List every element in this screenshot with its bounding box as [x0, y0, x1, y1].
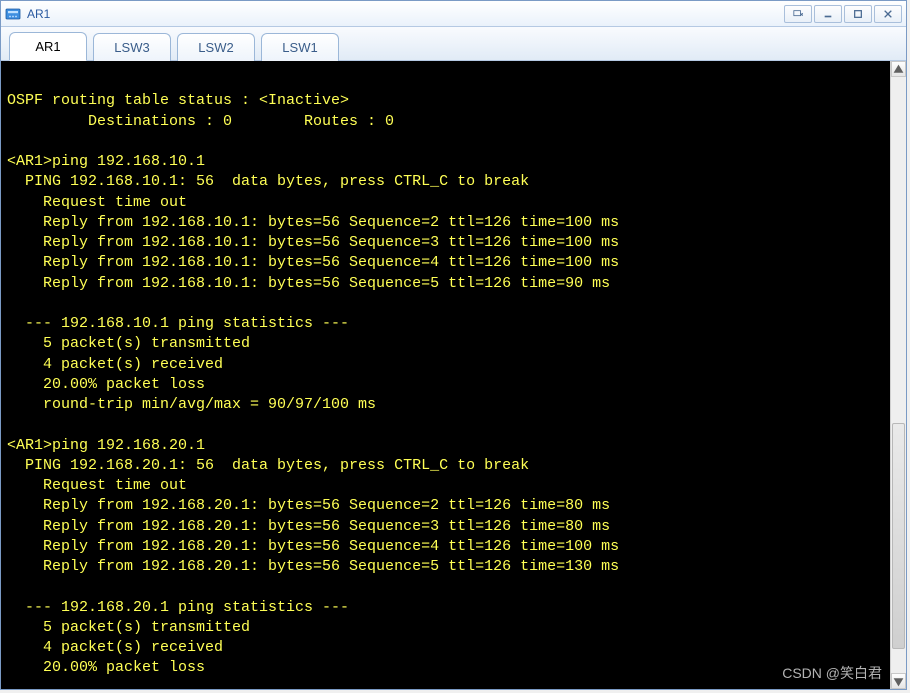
close-button[interactable] — [874, 5, 902, 23]
options-button[interactable] — [784, 5, 812, 23]
scroll-track[interactable] — [891, 77, 906, 673]
app-window: AR1 AR1 LSW3 LSW2 LSW1 OSPF routing tabl… — [0, 0, 907, 690]
scroll-up-button[interactable] — [891, 61, 906, 77]
terminal-area: OSPF routing table status : <Inactive> D… — [1, 61, 906, 689]
maximize-button[interactable] — [844, 5, 872, 23]
app-icon — [5, 6, 21, 22]
tab-lsw2[interactable]: LSW2 — [177, 33, 255, 61]
minimize-button[interactable] — [814, 5, 842, 23]
tab-ar1[interactable]: AR1 — [9, 32, 87, 61]
tab-lsw3[interactable]: LSW3 — [93, 33, 171, 61]
titlebar-buttons — [782, 5, 902, 23]
terminal-output[interactable]: OSPF routing table status : <Inactive> D… — [1, 61, 890, 689]
tabstrip: AR1 LSW3 LSW2 LSW1 — [1, 27, 906, 61]
scrollbar — [890, 61, 906, 689]
scroll-thumb[interactable] — [892, 423, 905, 649]
tab-lsw1[interactable]: LSW1 — [261, 33, 339, 61]
window-title: AR1 — [27, 7, 782, 21]
scroll-down-button[interactable] — [891, 673, 906, 689]
titlebar: AR1 — [1, 1, 906, 27]
